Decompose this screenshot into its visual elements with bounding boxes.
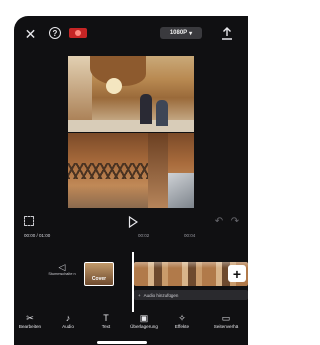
playhead[interactable] bbox=[132, 252, 134, 312]
tool-label: Überlagerung bbox=[130, 324, 158, 329]
speaker-icon: ◁ bbox=[58, 262, 66, 272]
tool-aspect-ratio[interactable]: ▭ Seitenverhä bbox=[210, 313, 242, 335]
bottom-toolbar: ✂ Bearbeiten ♪ Audio T Text ▣ Überlageru… bbox=[14, 313, 248, 335]
export-icon[interactable] bbox=[220, 26, 234, 40]
mute-button[interactable]: ◁ Stummschalte n bbox=[40, 262, 84, 286]
add-clip-button[interactable]: + bbox=[228, 265, 246, 282]
tool-label: Text bbox=[101, 324, 111, 329]
tool-text[interactable]: T Text bbox=[90, 313, 122, 335]
scissors-icon: ✂ bbox=[26, 313, 34, 323]
play-icon[interactable] bbox=[128, 215, 139, 229]
resolution-button[interactable]: 1080P ▾ bbox=[160, 27, 202, 39]
cover-button[interactable]: Cover bbox=[84, 262, 114, 286]
timecode: 00:00 / 01:00 bbox=[24, 233, 51, 238]
text-icon: T bbox=[103, 313, 109, 323]
chevron-down-icon: ▾ bbox=[189, 30, 193, 37]
preview-clip-top bbox=[68, 56, 194, 132]
time-ruler: 00:00 / 01:00 00:02 00:04 bbox=[14, 231, 248, 241]
undo-icon[interactable]: ↶ bbox=[214, 215, 224, 227]
ruler-tick: 00:04 bbox=[184, 233, 196, 238]
tool-overlay[interactable]: ▣ Überlagerung bbox=[128, 313, 160, 335]
record-dot-icon bbox=[75, 30, 81, 36]
close-icon[interactable]: ✕ bbox=[24, 27, 37, 41]
tool-bearbeiten[interactable]: ✂ Bearbeiten bbox=[14, 313, 46, 335]
effects-icon: ✧ bbox=[178, 313, 186, 323]
tool-label: Bearbeiten bbox=[18, 324, 42, 329]
tool-audio[interactable]: ♪ Audio bbox=[52, 313, 84, 335]
tool-label: Effekte bbox=[174, 324, 190, 329]
music-note-icon: ♪ bbox=[65, 313, 71, 323]
help-icon[interactable]: ? bbox=[49, 27, 61, 39]
redo-icon[interactable]: ↷ bbox=[230, 215, 240, 227]
mute-label: Stummschalte n bbox=[48, 272, 76, 276]
overlay-icon: ▣ bbox=[139, 313, 149, 323]
playback-controls: ↶ ↷ bbox=[14, 214, 248, 229]
tool-label: Audio bbox=[62, 324, 74, 329]
video-preview[interactable] bbox=[68, 56, 194, 208]
add-audio-label: Audio hinzufügen bbox=[143, 292, 179, 298]
editor-screen: ✕ ? 1080P ▾ ↶ ↷ 00:00 / 01:00 00:02 00:0… bbox=[14, 16, 248, 345]
tool-label: Seitenverhä bbox=[213, 324, 239, 329]
cover-label: Cover bbox=[91, 276, 107, 282]
fullscreen-icon[interactable] bbox=[24, 216, 34, 226]
home-indicator[interactable] bbox=[97, 341, 147, 344]
preview-clip-bottom bbox=[68, 133, 194, 208]
tool-effects[interactable]: ✧ Effekte bbox=[166, 313, 198, 335]
add-audio-button[interactable]: + Audio hinzufügen bbox=[134, 290, 248, 300]
ruler-tick: 00:02 bbox=[138, 233, 150, 238]
timeline-tracks: ◁ Stummschalte n Cover + + Audio hinzufü… bbox=[14, 244, 248, 312]
top-bar: ✕ ? 1080P ▾ bbox=[14, 16, 248, 50]
record-badge[interactable] bbox=[69, 28, 87, 38]
plus-icon: + bbox=[138, 292, 141, 298]
resolution-label: 1080P bbox=[169, 30, 188, 36]
aspect-ratio-icon: ▭ bbox=[221, 313, 231, 323]
